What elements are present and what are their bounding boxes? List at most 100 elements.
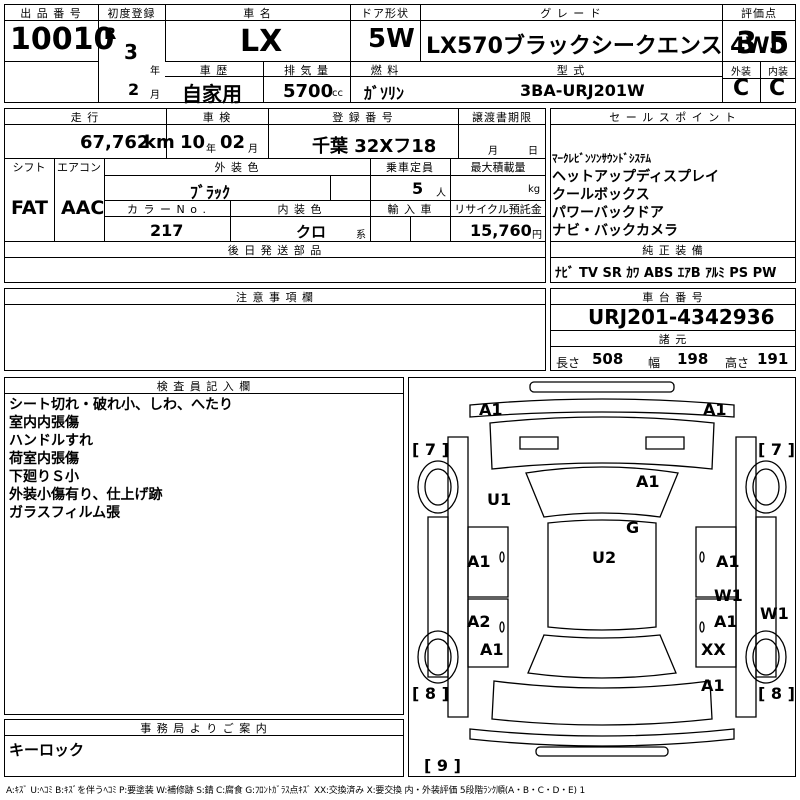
model-label: 型 式 (556, 64, 586, 77)
first-reg-label: 初度登録 (107, 7, 156, 20)
damage-mark: W1 (760, 604, 789, 623)
damage-mark: A1 (467, 552, 491, 571)
plate: 千葉 32Xフ18 (312, 136, 437, 157)
length: 508 (592, 350, 624, 368)
car-name: LX (240, 24, 283, 59)
ext-color: ﾌﾞﾗｯｸ (190, 183, 231, 202)
plate-label: 登 録 番 号 (332, 111, 394, 124)
mileage-unit: km (144, 132, 175, 153)
inspector-note: ハンドルすれ (9, 433, 93, 449)
damage-mark: A1 (479, 400, 503, 419)
office-text: キーロック (9, 741, 85, 759)
chassis-no: URJ201-4342936 (588, 305, 775, 329)
displacement-unit: cc (332, 88, 343, 99)
inspector-note: 室内内張傷 (9, 415, 79, 431)
damage-mark: U2 (592, 548, 617, 567)
damage-mark: A1 (480, 640, 504, 659)
first-reg-month-unit: 月 (150, 90, 160, 101)
inspector-note: 荷室内張傷 (9, 451, 79, 467)
dims-label: 諸 元 (658, 333, 688, 346)
damage-mark: A1 (714, 612, 738, 631)
sales-point-item: クールボックス (552, 187, 650, 203)
recycle-unit: 円 (532, 230, 542, 241)
mileage: 67,762 (80, 132, 150, 153)
interior-grade: C (769, 76, 786, 101)
lot-no: 10010 (10, 22, 115, 57)
damage-mark: XX (701, 640, 726, 659)
sales-point-item: ヘットアップディスプレイ (552, 169, 720, 185)
inspection-label: 車 検 (202, 111, 232, 124)
sales-point-item: ﾏｰｸﾚﾋﾞﾝｿﾝｻｳﾝﾄﾞｼｽﾃﾑ (552, 152, 651, 165)
office-label: 事 務 局 よ り ご 案 内 (140, 722, 268, 735)
photo-ref-7-left: [ 7 ] (412, 440, 449, 459)
displacement-label: 排 気 量 (284, 64, 329, 77)
inspector-note: 下廻りＳ小 (9, 469, 79, 485)
damage-mark: A2 (467, 612, 491, 631)
first-reg-month: 2 (128, 80, 140, 99)
door-label: ドア形状 (361, 7, 409, 20)
displacement: 5700 (283, 81, 334, 102)
first-reg-year-unit: 年 (150, 66, 160, 77)
car-name-label: 車 名 (243, 7, 272, 20)
capacity-unit: 人 (436, 188, 446, 199)
transfer-month-unit: 月 (488, 146, 498, 157)
damage-mark: A1 (703, 400, 727, 419)
model: 3BA-URJ201W (520, 81, 645, 100)
aircon-label: エアコン (57, 161, 101, 174)
inspector-notes: シート切れ・破れ小、しわ、へたり 室内内張傷 ハンドルすれ 荷室内張傷 下廻りＳ… (9, 396, 233, 522)
color-no: 217 (150, 221, 184, 240)
inspection-month: 02 (220, 132, 246, 153)
score-label: 評価点 (741, 7, 777, 20)
inspection-year-unit: 年 (206, 144, 216, 155)
inspection-month-unit: 月 (248, 144, 258, 155)
car-diagram (417, 381, 787, 757)
fuel: ｶﾞｿﾘﾝ (364, 84, 405, 103)
color-no-label: カ ラ ー N o . (127, 203, 207, 216)
sales-point-item: パワーバックドア (552, 205, 664, 221)
height-label: 高さ (725, 356, 750, 370)
inspector-note: 外装小傷有り、仕上げ跡 (9, 487, 163, 503)
history-label: 車 歴 (199, 64, 229, 77)
fuel-label: 燃 料 (370, 64, 400, 77)
shift-label: シフト (12, 161, 46, 174)
sales-point-item: ナビ・バックカメラ (552, 223, 678, 239)
width-label: 幅 (648, 356, 661, 370)
legend: A:ｷｽﾞ U:ﾍｺﾐ B:ｷｽﾞを伴うﾍｺﾐ P:要塗装 W:補修跡 S:錆 … (6, 786, 585, 796)
inspector-label: 検 査 員 記 入 欄 (156, 380, 252, 393)
sales-points-label: セ ー ル ス ポ イ ン ト (609, 111, 737, 124)
history: 自家用 (182, 82, 242, 106)
chassis-label: 車 台 番 号 (642, 291, 704, 304)
grade: LX570ブラックシークエンス 4WD (426, 34, 788, 59)
damage-mark: A1 (716, 552, 740, 571)
int-color-label: 内 装 色 (277, 203, 323, 216)
exterior-grade: C (733, 76, 750, 101)
damage-mark: A1 (636, 472, 660, 491)
int-color: クロ (296, 223, 327, 241)
max-load-label: 最大積載量 (470, 161, 526, 174)
import-label: 輸 入 車 (387, 203, 433, 216)
mileage-label: 走 行 (70, 111, 100, 124)
ext-color-label: 外 装 色 (214, 161, 260, 174)
photo-ref-8-right: [ 8 ] (758, 684, 795, 703)
damage-mark: U1 (487, 490, 512, 509)
first-reg-era: R (104, 24, 117, 43)
sales-points-list: ﾏｰｸﾚﾋﾞﾝｿﾝｻｳﾝﾄﾞｼｽﾃﾑ ヘットアップディスプレイ クールボックス … (552, 150, 719, 240)
width: 198 (677, 350, 709, 368)
damage-mark: G (626, 518, 640, 537)
score: 3.5 (736, 26, 790, 61)
grade-label: グ レ ー ド (540, 7, 602, 20)
length-label: 長さ (556, 356, 581, 370)
inspection-year: 10 (180, 132, 206, 153)
inspector-note: ガラスフィルム張 (9, 505, 121, 521)
damage-mark: W1 (714, 586, 743, 605)
equipment: ﾅﾋﾞ TV SR ｶﾜ ABS ｴｱB ｱﾙﾐ PS PW (555, 266, 777, 281)
inspector-note: シート切れ・破れ小、しわ、へたり (9, 397, 233, 413)
recycle: 15,760 (470, 221, 532, 240)
first-reg-year: 3 (124, 40, 138, 64)
recycle-label: リサイクル預託金 (454, 203, 542, 216)
damage-mark: A1 (701, 676, 725, 695)
notes-label: 注 意 事 項 欄 (236, 291, 314, 304)
capacity-label: 乗車定員 (386, 161, 434, 174)
lot-no-label: 出 品 番 号 (20, 7, 82, 20)
later-parts-label: 後 日 発 送 部 品 (227, 244, 323, 257)
